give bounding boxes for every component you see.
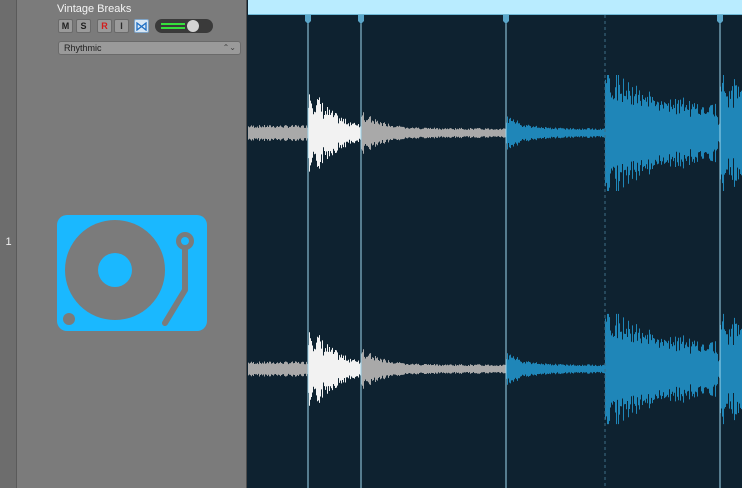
turntable-icon — [57, 215, 207, 331]
chevron-updown-icon: ⌃⌄ — [222, 43, 236, 52]
flex-icon — [136, 21, 147, 31]
transient-marker-handle[interactable] — [503, 15, 509, 24]
input-monitor-button[interactable]: I — [114, 19, 129, 33]
volume-slider[interactable] — [155, 19, 213, 33]
groove-select-value: Rhythmic — [64, 43, 102, 53]
volume-knob[interactable] — [187, 20, 199, 32]
track-name[interactable]: Vintage Breaks — [57, 3, 131, 15]
groove-select[interactable]: Rhythmic ⌃⌄ — [58, 41, 241, 55]
solo-button[interactable]: S — [76, 19, 91, 33]
mute-button[interactable]: M — [58, 19, 73, 33]
audio-region-waveform[interactable] — [248, 0, 742, 488]
arrange-area[interactable] — [248, 0, 742, 488]
transient-marker-handle[interactable] — [358, 15, 364, 24]
transient-marker-handle[interactable] — [305, 15, 311, 24]
level-meter-right — [161, 27, 185, 29]
track-header[interactable]: Vintage Breaks M S R I Rhythmic ⌃⌄ — [17, 0, 247, 488]
level-meter-left — [161, 23, 185, 25]
track-number-column: 1 — [0, 0, 17, 488]
region-header[interactable] — [248, 0, 742, 15]
record-enable-button[interactable]: R — [97, 19, 112, 33]
flex-time-button[interactable] — [134, 19, 149, 33]
track-number: 1 — [5, 236, 12, 248]
transient-marker-handle[interactable] — [717, 15, 723, 24]
